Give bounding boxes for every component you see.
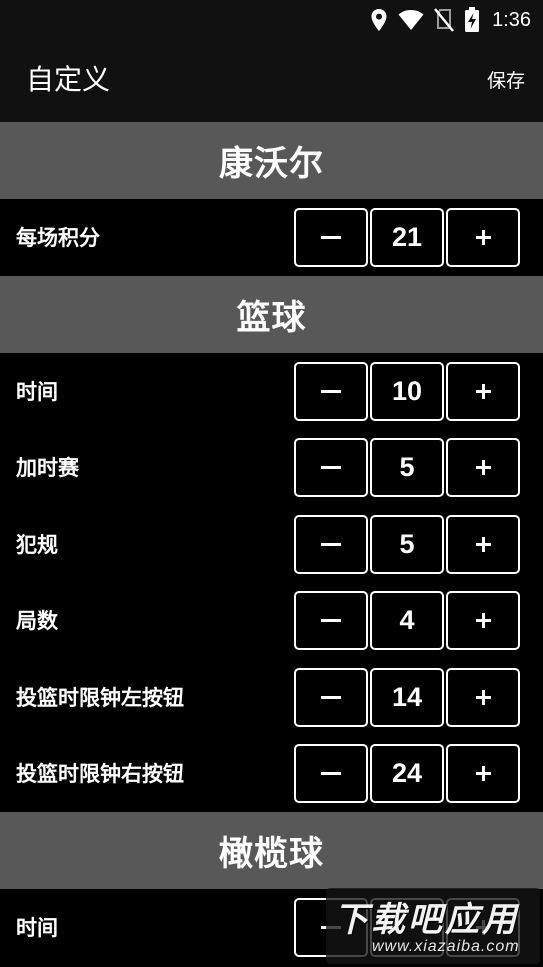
decrement-button[interactable]: [294, 438, 368, 497]
plus-icon: [475, 230, 491, 245]
shot-clock-right-stepper: 24: [294, 744, 520, 803]
settings-list[interactable]: 康沃尔 每场积分 21 篮球 时间 10 加时赛 5 犯规 5 局数 4 投篮时…: [0, 122, 543, 967]
watermark: 下载吧应用 www.xiazaiba.com: [326, 888, 540, 964]
section-header-basketball: 篮球: [0, 275, 543, 353]
increment-button[interactable]: [446, 208, 520, 267]
setting-label: 时间: [16, 915, 58, 940]
setting-row-shot-clock-left: 投篮时限钟左按钮 14: [0, 658, 543, 735]
wifi-icon: [398, 9, 424, 31]
minus-icon: [321, 695, 341, 699]
increment-button[interactable]: [446, 361, 520, 421]
setting-label: 局数: [16, 609, 58, 634]
no-sim-icon: [434, 8, 454, 32]
page-title: 自定义: [26, 63, 111, 96]
shot-clock-left-stepper: 14: [294, 667, 520, 727]
decrement-button[interactable]: [294, 744, 368, 803]
status-icons: 1:36: [370, 6, 531, 34]
setting-row-periods: 局数 4: [0, 582, 543, 659]
minus-icon: [321, 772, 341, 775]
location-icon: [370, 8, 388, 32]
increment-button[interactable]: [446, 514, 520, 574]
setting-row-fouls: 犯规 5: [0, 505, 543, 582]
increment-button[interactable]: [446, 438, 520, 497]
stepper-value: 21: [370, 208, 444, 267]
stepper-value: 5: [370, 514, 444, 574]
setting-label: 投篮时限钟右按钮: [16, 762, 184, 787]
decrement-button[interactable]: [294, 591, 368, 650]
overtime-stepper: 5: [294, 438, 520, 497]
setting-row-points-per-game: 每场积分 21: [0, 199, 543, 276]
stepper-value: 5: [370, 438, 444, 497]
stepper-value: 24: [370, 744, 444, 803]
fouls-stepper: 5: [294, 514, 520, 574]
setting-label: 每场积分: [16, 226, 100, 251]
watermark-logo-text: 下载吧应用: [334, 900, 519, 940]
battery-charging-icon: [464, 7, 480, 33]
stepper-value: 10: [370, 361, 444, 421]
plus-icon: [475, 689, 491, 705]
decrement-button[interactable]: [294, 361, 368, 421]
watermark-url: www.xiazaiba.com: [372, 938, 520, 955]
stepper-value: 4: [370, 591, 444, 650]
increment-button[interactable]: [446, 744, 520, 803]
status-bar: 1:36: [0, 0, 543, 40]
periods-stepper: 4: [294, 591, 520, 650]
minus-icon: [321, 236, 341, 239]
points-per-game-stepper: 21: [294, 208, 520, 267]
setting-label: 犯规: [16, 532, 58, 557]
app-bar: 自定义 保存: [0, 40, 543, 122]
setting-label: 加时赛: [16, 456, 79, 481]
setting-row-overtime: 加时赛 5: [0, 429, 543, 506]
section-header-cornwall: 康沃尔: [0, 122, 543, 199]
setting-label: 时间: [16, 379, 58, 404]
minus-icon: [321, 619, 341, 622]
save-button[interactable]: 保存: [487, 68, 525, 94]
plus-icon: [475, 766, 491, 781]
decrement-button[interactable]: [294, 208, 368, 267]
plus-icon: [475, 383, 491, 399]
decrement-button[interactable]: [294, 514, 368, 574]
decrement-button[interactable]: [294, 667, 368, 727]
status-time: 1:36: [492, 8, 531, 31]
minus-icon: [321, 389, 341, 393]
setting-row-time: 时间 10: [0, 352, 543, 429]
section-header-rugby: 橄榄球: [0, 811, 543, 889]
plus-icon: [475, 460, 491, 475]
minus-icon: [321, 466, 341, 469]
increment-button[interactable]: [446, 591, 520, 650]
plus-icon: [475, 613, 491, 628]
time-stepper: 10: [294, 361, 520, 421]
plus-icon: [475, 536, 491, 552]
increment-button[interactable]: [446, 667, 520, 727]
setting-label: 投篮时限钟左按钮: [16, 685, 184, 710]
stepper-value: 14: [370, 667, 444, 727]
setting-row-shot-clock-right: 投篮时限钟右按钮 24: [0, 735, 543, 812]
minus-icon: [321, 542, 341, 546]
